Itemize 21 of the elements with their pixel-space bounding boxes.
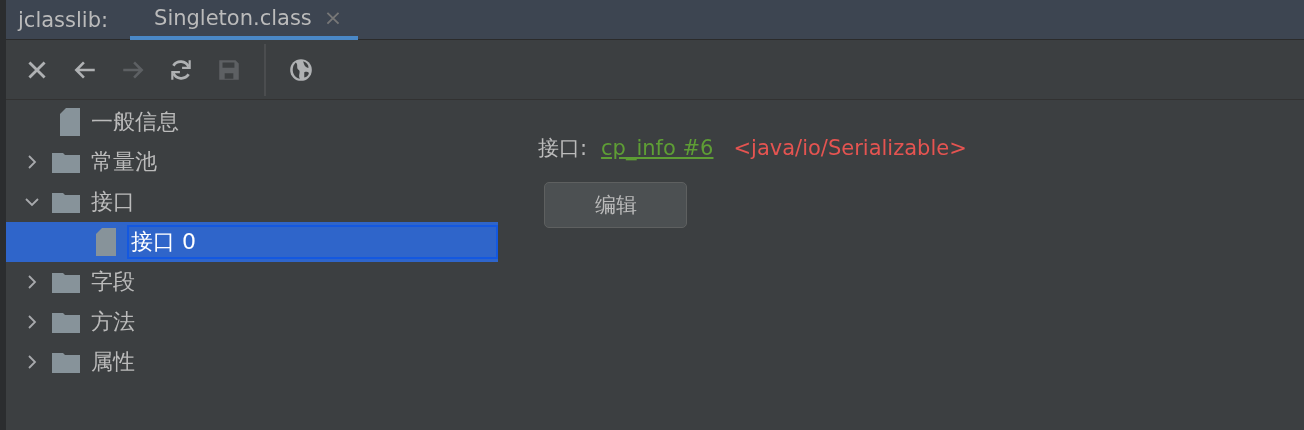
document-icon: [60, 108, 80, 136]
document-icon: [96, 228, 116, 256]
tree-item[interactable]: 属性: [91, 347, 135, 377]
tree-item[interactable]: 接口: [91, 187, 135, 217]
constant-pool-link[interactable]: cp_info #6: [601, 136, 714, 160]
folder-icon: [52, 311, 80, 333]
folder-icon: [52, 191, 80, 213]
edit-button[interactable]: 编辑: [544, 182, 687, 228]
field-value: <java/io/Serializable>: [733, 136, 967, 160]
tree-item[interactable]: 常量池: [91, 147, 157, 177]
globe-icon[interactable]: [288, 56, 314, 83]
folder-icon: [52, 151, 80, 173]
folder-icon: [52, 271, 80, 293]
tree-item[interactable]: 字段: [91, 267, 135, 297]
file-tab[interactable]: Singleton.class ×: [130, 0, 359, 40]
tree-item[interactable]: 方法: [91, 307, 135, 337]
tool-window-title: jclasslib:: [18, 7, 109, 32]
field-label: 接口:: [538, 135, 588, 162]
folder-icon: [52, 351, 80, 373]
tree-item[interactable]: 一般信息: [91, 107, 179, 137]
tree-item[interactable]: 接口 0: [127, 225, 498, 259]
